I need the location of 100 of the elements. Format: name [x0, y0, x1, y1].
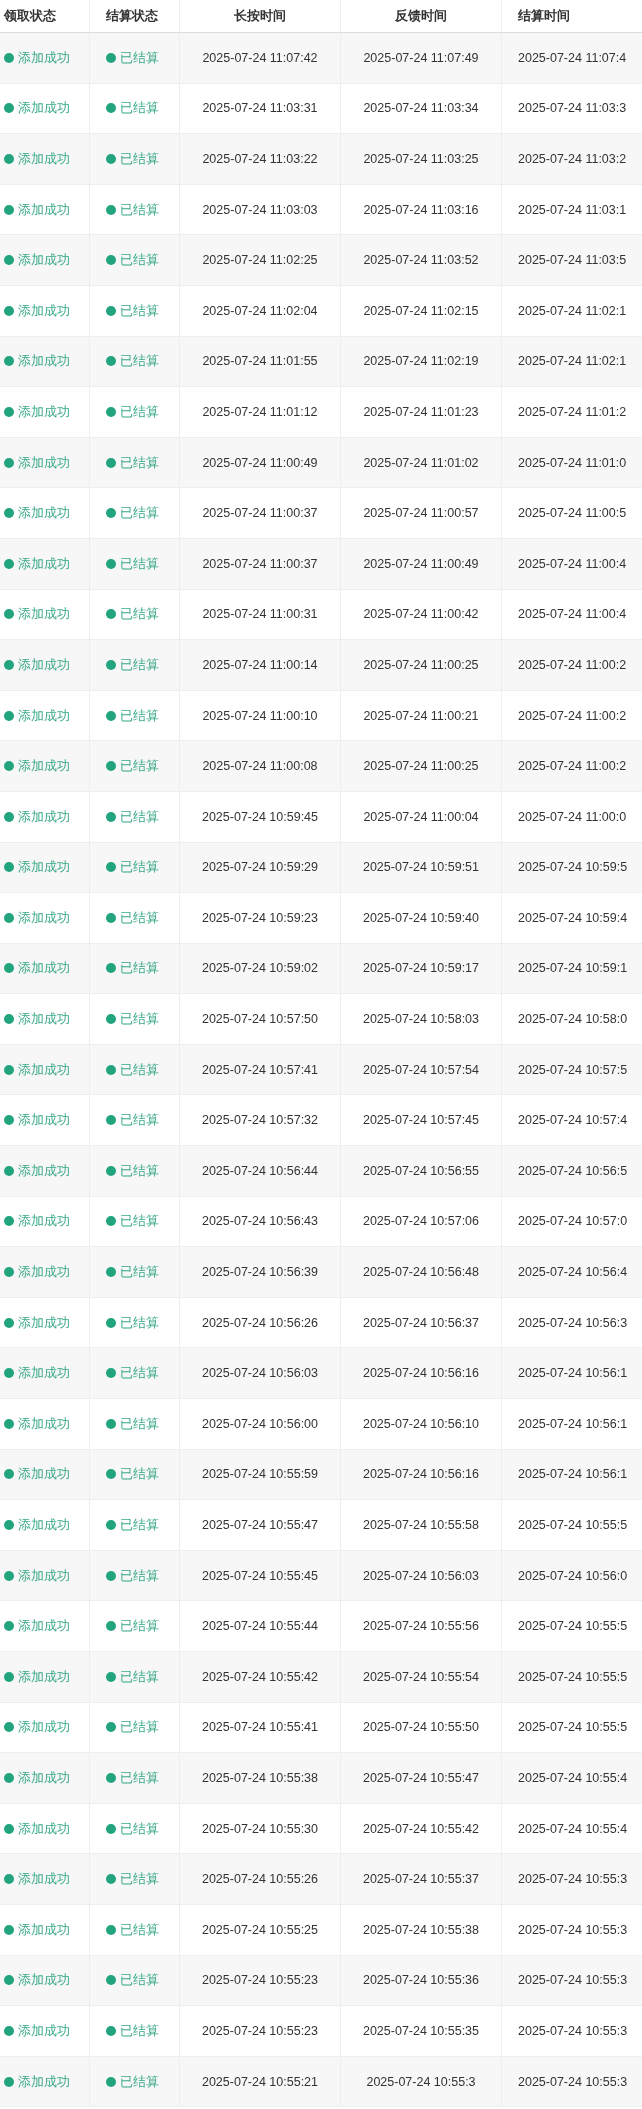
- table-cell: 2025-07-24 10:55:30: [201, 1821, 319, 1836]
- status-label: 已结算: [120, 1769, 159, 1787]
- status-dot-icon: [106, 1671, 116, 1682]
- table-cell: 2025-07-24 11:00:0: [518, 809, 627, 824]
- status-label: 添加成功: [18, 1465, 70, 1484]
- column-header: 领取状态: [4, 7, 56, 25]
- status-label: 已结算: [120, 1111, 159, 1130]
- status-dot-icon: [106, 609, 116, 620]
- table-cell: 2025-07-24 11:00:49: [363, 556, 479, 571]
- status-dot-icon: [106, 154, 116, 164]
- status-label: 已结算: [120, 150, 159, 168]
- table-cell: 2025-07-24 10:55:38: [362, 1922, 480, 1937]
- table-cell: 2025-07-24 11:00:2: [518, 759, 627, 774]
- status-label: 已结算: [120, 1212, 159, 1231]
- table-cell: 2025-07-24 10:55:54: [362, 1669, 480, 1684]
- status-label: 添加成功: [18, 1971, 70, 1990]
- status-label: 添加成功: [18, 959, 70, 978]
- status-dot-icon: [4, 508, 14, 519]
- table-cell: 2025-07-24 11:07:49: [363, 50, 479, 65]
- status-label: 添加成功: [18, 1161, 70, 1180]
- status-label: 添加成功: [18, 48, 70, 67]
- status-dot-icon: [106, 2076, 116, 2087]
- status-label: 添加成功: [18, 251, 70, 270]
- status-label: 已结算: [120, 1161, 159, 1180]
- table-cell: 2025-07-24 10:55:3: [518, 1872, 628, 1887]
- status-dot-icon: [4, 1368, 14, 1379]
- status-label: 添加成功: [18, 1718, 70, 1737]
- status-label: 添加成功: [18, 402, 70, 421]
- table-cell: 2025-07-24 11:02:04: [202, 303, 318, 318]
- status-label: 已结算: [120, 1566, 159, 1585]
- status-dot-icon: [4, 1064, 14, 1075]
- table-cell: 2025-07-24 10:56:1: [518, 1366, 628, 1381]
- status-label: 添加成功: [18, 1617, 70, 1636]
- table-cell: 2025-07-24 10:56:55: [362, 1163, 480, 1178]
- status-dot-icon: [106, 761, 116, 772]
- status-dot-icon: [106, 1064, 116, 1075]
- table-cell: 2025-07-24 11:00:5: [518, 506, 627, 521]
- status-label: 已结算: [120, 200, 159, 219]
- table-cell: 2025-07-24 10:56:44: [201, 1163, 319, 1178]
- table-cell: 2025-07-24 10:55:3: [518, 2074, 628, 2089]
- status-dot-icon: [4, 1975, 14, 1986]
- status-label: 已结算: [120, 2021, 159, 2040]
- table-cell: 2025-07-24 10:57:32: [201, 1113, 319, 1128]
- table-cell: 2025-07-24 10:56:00: [201, 1416, 319, 1431]
- status-dot-icon: [4, 1671, 14, 1682]
- status-dot-icon: [4, 1014, 14, 1025]
- status-label: 添加成功: [18, 504, 70, 523]
- status-dot-icon: [4, 1722, 14, 1733]
- table-cell: 2025-07-24 11:07:42: [202, 50, 318, 65]
- status-dot-icon: [4, 1773, 14, 1783]
- table-cell: 2025-07-24 10:59:23: [201, 910, 319, 925]
- status-label: 添加成功: [18, 1060, 70, 1079]
- status-label: 已结算: [120, 99, 159, 118]
- status-dot-icon: [106, 1773, 116, 1783]
- status-label: 已结算: [120, 48, 159, 67]
- status-dot-icon: [4, 103, 14, 114]
- table-cell: 2025-07-24 10:56:03: [362, 1568, 480, 1583]
- table-cell: 2025-07-24 11:02:25: [202, 253, 318, 268]
- table-cell: 2025-07-24 10:58:0: [518, 1012, 628, 1027]
- table-cell: 2025-07-24 10:57:0: [518, 1214, 628, 1229]
- status-dot-icon: [4, 1823, 14, 1834]
- table-cell: 2025-07-24 11:00:31: [202, 607, 318, 622]
- table-cell: 2025-07-24 11:02:19: [363, 354, 479, 369]
- table-cell: 2025-07-24 10:59:29: [201, 860, 319, 875]
- table-cell: 2025-07-24 10:55:26: [201, 1872, 319, 1887]
- table-cell: 2025-07-24 10:55:35: [362, 2023, 480, 2038]
- table-cell: 2025-07-24 10:56:03: [201, 1366, 319, 1381]
- column-header: 结算状态: [106, 7, 158, 25]
- status-dot-icon: [106, 659, 116, 670]
- table-cell: 2025-07-24 11:00:4: [518, 556, 627, 571]
- status-label: 添加成功: [18, 554, 70, 573]
- status-dot-icon: [106, 811, 116, 822]
- table-cell: 2025-07-24 11:02:15: [363, 303, 479, 318]
- status-label: 添加成功: [18, 655, 70, 674]
- status-dot-icon: [4, 204, 14, 215]
- status-label: 添加成功: [18, 1313, 70, 1332]
- status-label: 添加成功: [18, 2021, 70, 2040]
- status-dot-icon: [4, 1216, 14, 1227]
- status-label: 已结算: [120, 1364, 159, 1383]
- table-cell: 2025-07-24 11:03:5: [518, 253, 627, 268]
- table-cell: 2025-07-24 10:55:47: [201, 1518, 319, 1532]
- status-label: 已结算: [120, 1465, 159, 1484]
- table-cell: 2025-07-24 10:55:25: [201, 1922, 319, 1937]
- table-cell: 2025-07-24 11:00:04: [363, 809, 479, 824]
- table-cell: 2025-07-24 11:00:57: [363, 506, 479, 521]
- status-label: 添加成功: [18, 1870, 70, 1889]
- status-label: 已结算: [120, 453, 159, 472]
- table-cell: 2025-07-24 10:59:1: [518, 961, 628, 976]
- status-label: 添加成功: [18, 1516, 70, 1534]
- table-cell: 2025-07-24 10:55:3: [518, 2023, 628, 2038]
- table-cell: 2025-07-24 10:58:03: [362, 1012, 480, 1027]
- table-cell: 2025-07-24 10:56:1: [518, 1416, 628, 1431]
- table-cell: 2025-07-24 10:59:5: [518, 860, 628, 875]
- column-header: 长按时间: [234, 7, 286, 25]
- table-cell: 2025-07-24 10:59:45: [201, 809, 319, 824]
- table-cell: 2025-07-24 10:57:41: [201, 1062, 319, 1077]
- table-cell: 2025-07-24 10:57:54: [362, 1062, 480, 1077]
- status-label: 添加成功: [18, 1566, 70, 1585]
- status-label: 添加成功: [18, 99, 70, 118]
- table-cell: 2025-07-24 11:01:12: [202, 404, 318, 419]
